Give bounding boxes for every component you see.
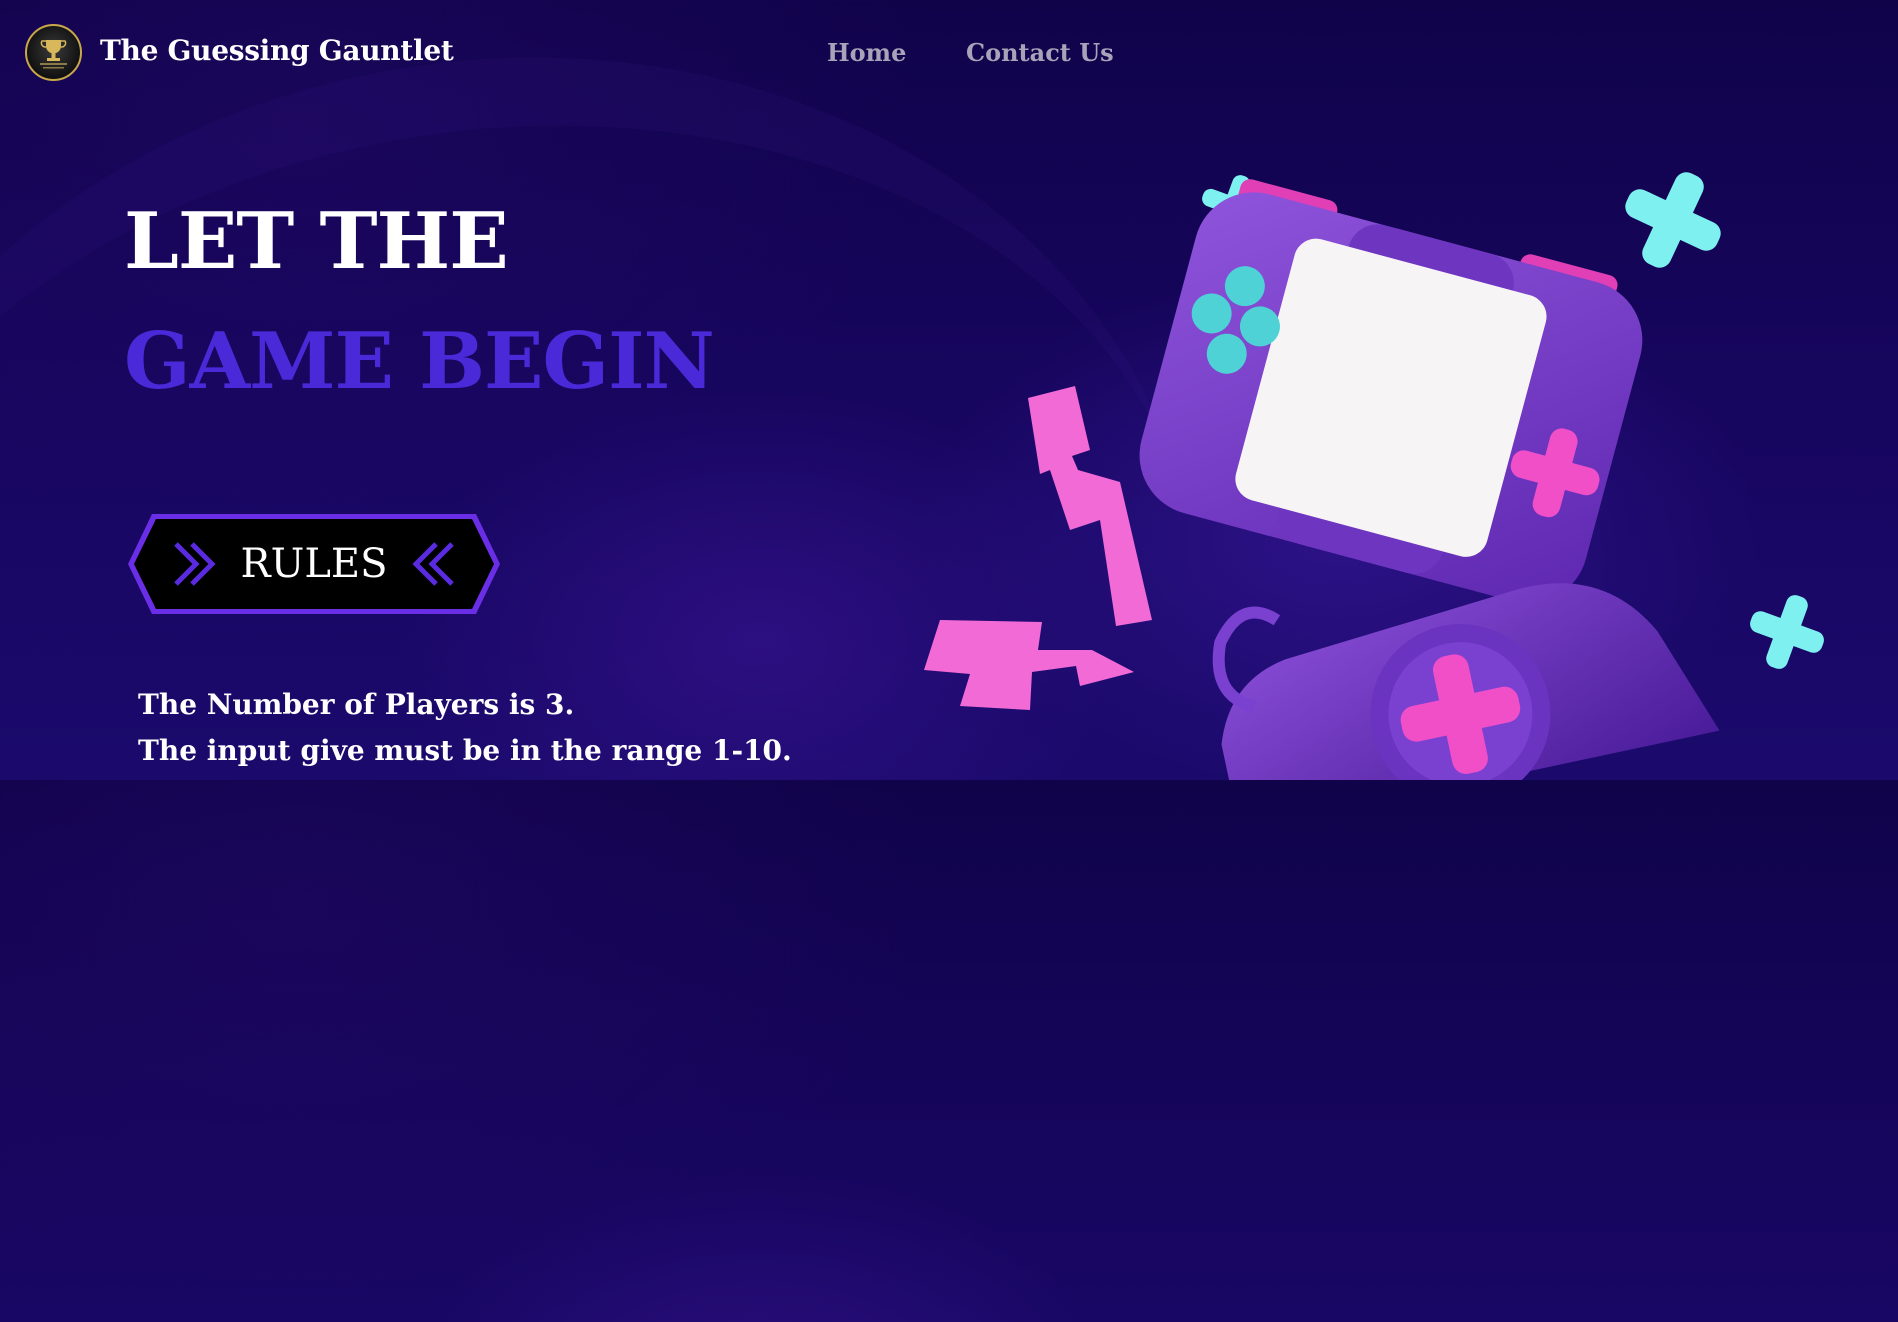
nav-link-contact-us[interactable]: Contact Us [966,38,1114,67]
rules-button[interactable]: RULES [126,512,502,616]
game-console-illustration [920,172,1824,780]
brand-title[interactable]: The Guessing Gauntlet [100,34,454,67]
cross-sparkle-icon [1625,172,1721,268]
rule-text: The Number of Players is 3. [138,688,575,721]
top-navigation: The Guessing Gauntlet Home Contact Us [0,0,1898,108]
rule-text: The input give must be in the range 1-10… [138,734,792,767]
rules-button-label: RULES [240,541,388,587]
hero-heading-line-2: GAME BEGIN [124,316,715,407]
nav-link-home[interactable]: Home [827,38,906,67]
hero-heading-line-1: LET THE [124,196,509,287]
trophy-logo-icon[interactable] [25,24,82,81]
cross-sparkle-icon [1750,595,1824,669]
